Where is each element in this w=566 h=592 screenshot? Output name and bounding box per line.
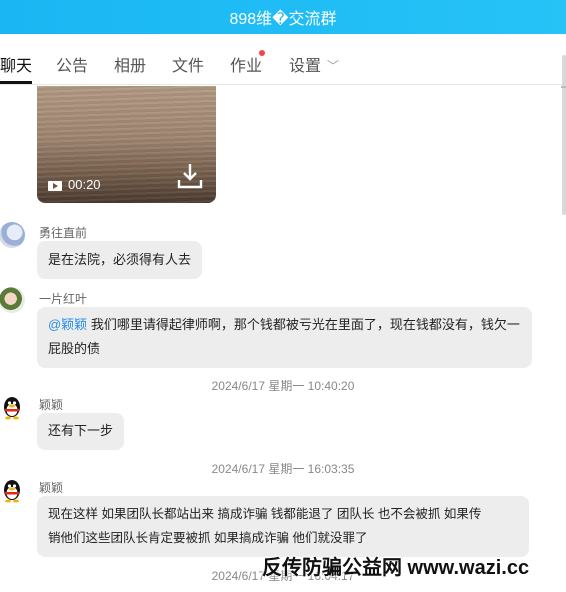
tab-files[interactable]: 文件 bbox=[172, 52, 204, 76]
window-title-bar: 898维�交流群 bbox=[0, 0, 566, 34]
chat-message-list: 00:20 勇往直前 是在法院，必须得有人去 一片红叶 @颖颖 我们哪里请得起律… bbox=[0, 86, 566, 592]
watermark: 反传防骗公益网 www.wazi.cc bbox=[262, 557, 530, 579]
tab-album[interactable]: 相册 bbox=[114, 52, 146, 76]
video-message[interactable]: 00:20 bbox=[37, 86, 216, 203]
tab-bar: 聊天 公告 相册 文件 作业 设置 ﹀ bbox=[0, 34, 566, 85]
message-text: 屁股的债 bbox=[48, 341, 101, 356]
download-icon[interactable] bbox=[177, 162, 203, 190]
tab-chat[interactable]: 聊天 bbox=[0, 52, 32, 76]
active-tab-indicator bbox=[0, 81, 32, 84]
sender-name: 勇往直前 bbox=[39, 226, 88, 240]
message-bubble[interactable]: 还有下一步 bbox=[37, 413, 125, 450]
notification-dot bbox=[259, 50, 265, 56]
sender-name: 颖颖 bbox=[39, 398, 64, 412]
avatar[interactable] bbox=[0, 287, 25, 313]
mention[interactable]: @颖颖 bbox=[48, 317, 87, 332]
avatar[interactable] bbox=[0, 222, 25, 248]
message-bubble[interactable]: 现在这样 如果团队长都站出来 搞成诈骗 钱都能退了 团队长 也不会被抓 如果传 … bbox=[37, 496, 529, 557]
tab-settings[interactable]: 设置 ﹀ bbox=[289, 52, 339, 76]
message-text: 还有下一步 bbox=[48, 423, 114, 438]
message-text: 现在这样 如果团队长都站出来 搞成诈骗 钱都能退了 团队长 也不会被抓 如果传 bbox=[48, 507, 482, 521]
sender-name: 颖颖 bbox=[39, 481, 64, 495]
video-icon bbox=[48, 181, 62, 191]
tab-settings-label: 设置 bbox=[289, 58, 322, 75]
penguin-avatar-icon[interactable] bbox=[0, 478, 25, 504]
tab-homework[interactable]: 作业 bbox=[230, 52, 262, 76]
video-duration: 00:20 bbox=[68, 177, 101, 192]
message-text: 我们哪里请得起律师啊，那个钱都被亏光在里面了，现在钱都没有，钱欠一 bbox=[87, 317, 520, 332]
message-bubble[interactable]: 是在法院，必须得有人去 bbox=[37, 241, 203, 279]
message-timestamp: 2024/6/17 星期一 16:03:35 bbox=[211, 462, 355, 476]
message-text: 是在法院，必须得有人去 bbox=[48, 252, 192, 267]
penguin-avatar-icon[interactable] bbox=[0, 395, 25, 421]
message-text: 销他们这些团队长肯定要被抓 如果搞成诈骗 他们就没罪了 bbox=[48, 531, 368, 545]
message-bubble[interactable]: @颖颖 我们哪里请得起律师啊，那个钱都被亏光在里面了，现在钱都没有，钱欠一 屁股… bbox=[37, 307, 532, 368]
chevron-down-icon: ﹀ bbox=[327, 59, 340, 73]
group-title: 898维�交流群 bbox=[229, 11, 337, 28]
message-timestamp: 2024/6/17 星期一 10:40:20 bbox=[211, 379, 355, 393]
sender-name: 一片红叶 bbox=[39, 292, 88, 306]
tab-announcement[interactable]: 公告 bbox=[56, 52, 88, 76]
